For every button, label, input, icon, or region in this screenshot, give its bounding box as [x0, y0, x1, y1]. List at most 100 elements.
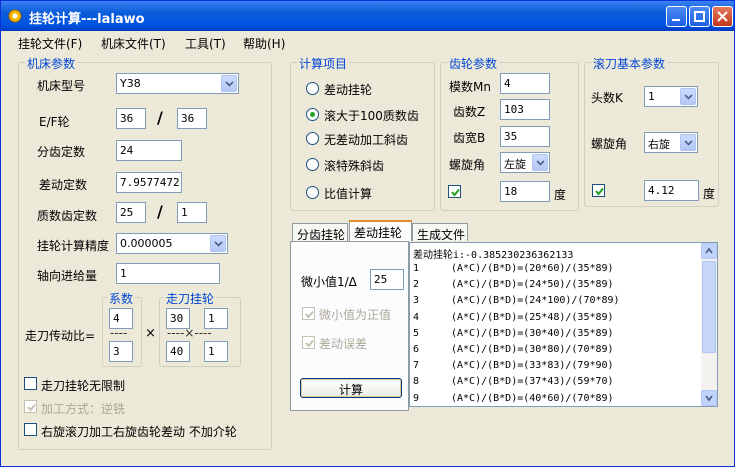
tab-division-gear[interactable]: 分齿挂轮 [292, 223, 348, 242]
width-input[interactable]: 35 [500, 126, 550, 147]
precision-label: 挂轮计算精度 [37, 239, 110, 253]
division-input[interactable]: 24 [116, 140, 182, 161]
right-hand-checkbox[interactable] [24, 423, 37, 436]
small-value-input[interactable]: 25 [370, 269, 404, 290]
result-formula: (A*C)/(B*D)=(20*60)/(35*89) [451, 263, 614, 274]
result-row[interactable]: 4 (A*C)/(B*D)=(25*48)/(35*89) [413, 312, 614, 323]
calc-radio-4[interactable] [306, 186, 319, 199]
gear-c-input[interactable]: 40 [166, 341, 190, 362]
calc-radio-2[interactable] [306, 132, 319, 145]
ef-e-input[interactable]: 36 [116, 108, 146, 129]
result-row[interactable]: 7 (A*C)/(B*D)=(33*83)/(79*90) [413, 360, 614, 371]
maximize-button[interactable] [689, 6, 710, 27]
module-input[interactable]: 4 [500, 73, 550, 94]
result-row[interactable]: 5 (A*C)/(B*D)=(30*40)/(35*89) [413, 328, 614, 339]
calc-radio-label: 比值计算 [324, 187, 373, 201]
result-row[interactable]: 2 (A*C)/(B*D)=(24*50)/(35*89) [413, 279, 614, 290]
ef-f-input[interactable]: 36 [177, 108, 207, 129]
feed-label: 轴向进给量 [37, 269, 98, 283]
positive-checkbox[interactable] [302, 307, 315, 320]
feed-input[interactable]: 1 [116, 263, 220, 284]
vertical-scrollbar[interactable] [701, 243, 717, 406]
gear-angle-unit: 度 [554, 188, 567, 202]
prime-b-input[interactable]: 1 [177, 202, 207, 223]
coefficient-title: 系数 [107, 290, 136, 307]
result-row[interactable]: 3 (A*C)/(B*D)=(24*100)/(70*89) [413, 295, 620, 306]
title-bar[interactable]: 挂轮计算---lalawo [1, 1, 734, 31]
small-value-label: 微小值1/Δ [301, 275, 357, 289]
unlimited-label: 走刀挂轮无限制 [41, 379, 126, 393]
result-index: 6 [413, 344, 420, 355]
result-index: 4 [413, 311, 420, 323]
model-select[interactable]: Y38 [116, 73, 239, 94]
result-index: 1 [413, 263, 420, 274]
module-label: 模数Mn [449, 80, 491, 94]
coef-bottom-input[interactable]: 3 [109, 341, 133, 362]
menu-help[interactable]: 帮助(H) [243, 35, 285, 52]
menu-machine-file[interactable]: 机床文件(T) [101, 35, 166, 52]
results-list[interactable]: 差动挂轮i:-0.385230236362133 1 (A*C)/(B*D)=(2… [409, 242, 718, 407]
differential-input[interactable]: 7.9577472 [116, 172, 182, 193]
method-label: 加工方式：逆铣 [41, 402, 126, 416]
result-formula: (A*C)/(B*D)=(30*80)/(70*89) [451, 344, 614, 355]
calc-items-title: 计算项目 [297, 55, 350, 72]
result-index: 7 [413, 360, 420, 372]
hob-helix-label: 螺旋角 [591, 137, 628, 151]
result-row[interactable]: 9 (A*C)/(B*D)=(40*60)/(70*89) [413, 393, 614, 404]
minimize-button[interactable] [666, 6, 687, 27]
calc-radio-1[interactable] [306, 108, 319, 121]
result-index: 9 [413, 392, 420, 404]
gear-helix-label: 螺旋角 [449, 158, 486, 172]
right-hand-label: 右旋滚刀加工右旋齿轮差动 不加介轮 [41, 425, 237, 439]
result-row[interactable]: 1 (A*C)/(B*D)=(20*60)/(35*89) [413, 263, 614, 274]
tab-generate-file[interactable]: 生成文件 [412, 223, 468, 242]
menu-tools[interactable]: 工具(T) [185, 35, 226, 52]
result-row[interactable]: 8 (A*C)/(B*D)=(37*43)/(59*70) [413, 376, 614, 387]
hob-angle-unit: 度 [703, 187, 716, 201]
heads-select[interactable]: 1 [644, 86, 698, 107]
feed-gear-title: 走刀挂轮 [164, 290, 217, 307]
calc-radio-label: 无差动加工斜齿 [324, 133, 409, 147]
prime-a-input[interactable]: 25 [116, 202, 146, 223]
close-button[interactable] [712, 6, 733, 27]
result-index: 2 [413, 279, 420, 291]
chevron-down-icon[interactable] [221, 75, 237, 92]
precision-select[interactable]: 0.000005 [116, 233, 228, 254]
hob-angle-input[interactable]: 4.12 [644, 180, 699, 201]
menu-bar: 挂轮文件(F) 机床文件(T) 工具(T) 帮助(H) [1, 31, 734, 53]
differential-label: 差动定数 [39, 178, 88, 192]
chevron-down-icon[interactable] [680, 88, 696, 105]
chevron-down-icon[interactable] [680, 134, 696, 151]
method-checkbox[interactable] [24, 400, 37, 413]
calc-radio-3[interactable] [306, 158, 319, 171]
window-title: 挂轮计算---lalawo [29, 12, 145, 27]
result-index: 8 [413, 376, 420, 388]
hob-helix-select[interactable]: 右旋 [644, 132, 698, 153]
model-label: 机床型号 [37, 79, 86, 93]
gear-angle-input[interactable]: 18 [500, 181, 550, 202]
hob-angle-checkbox[interactable] [592, 184, 605, 197]
calc-radio-label: 滚特殊斜齿 [324, 159, 385, 173]
gear-divider: ----×---- [167, 326, 212, 340]
calc-radio-0[interactable] [306, 82, 319, 95]
tab-differential-gear[interactable]: 差动挂轮 [349, 220, 412, 241]
scroll-down-button[interactable] [701, 390, 717, 406]
teeth-label: 齿数Z [453, 105, 486, 119]
prime-label: 质数齿定数 [37, 209, 98, 223]
calculate-button[interactable]: 计算 [300, 378, 402, 398]
gear-angle-checkbox[interactable] [448, 185, 461, 198]
gear-helix-select[interactable]: 左旋 [500, 152, 550, 173]
results-header: 差动挂轮i:-0.385230236362133 [413, 250, 574, 261]
result-row[interactable]: 6 (A*C)/(B*D)=(30*80)/(70*89) [413, 344, 614, 355]
scroll-thumb[interactable] [702, 261, 716, 353]
gear-d-input[interactable]: 1 [204, 341, 228, 362]
teeth-input[interactable]: 103 [500, 99, 550, 120]
menu-gear-file[interactable]: 挂轮文件(F) [18, 35, 82, 52]
scroll-up-button[interactable] [701, 243, 717, 259]
width-label: 齿宽B [453, 131, 486, 145]
result-formula: (A*C)/(B*D)=(40*60)/(70*89) [451, 392, 614, 404]
chevron-down-icon[interactable] [210, 235, 226, 252]
chevron-down-icon[interactable] [532, 154, 548, 171]
unlimited-checkbox[interactable] [24, 377, 37, 390]
error-checkbox[interactable] [302, 336, 315, 349]
